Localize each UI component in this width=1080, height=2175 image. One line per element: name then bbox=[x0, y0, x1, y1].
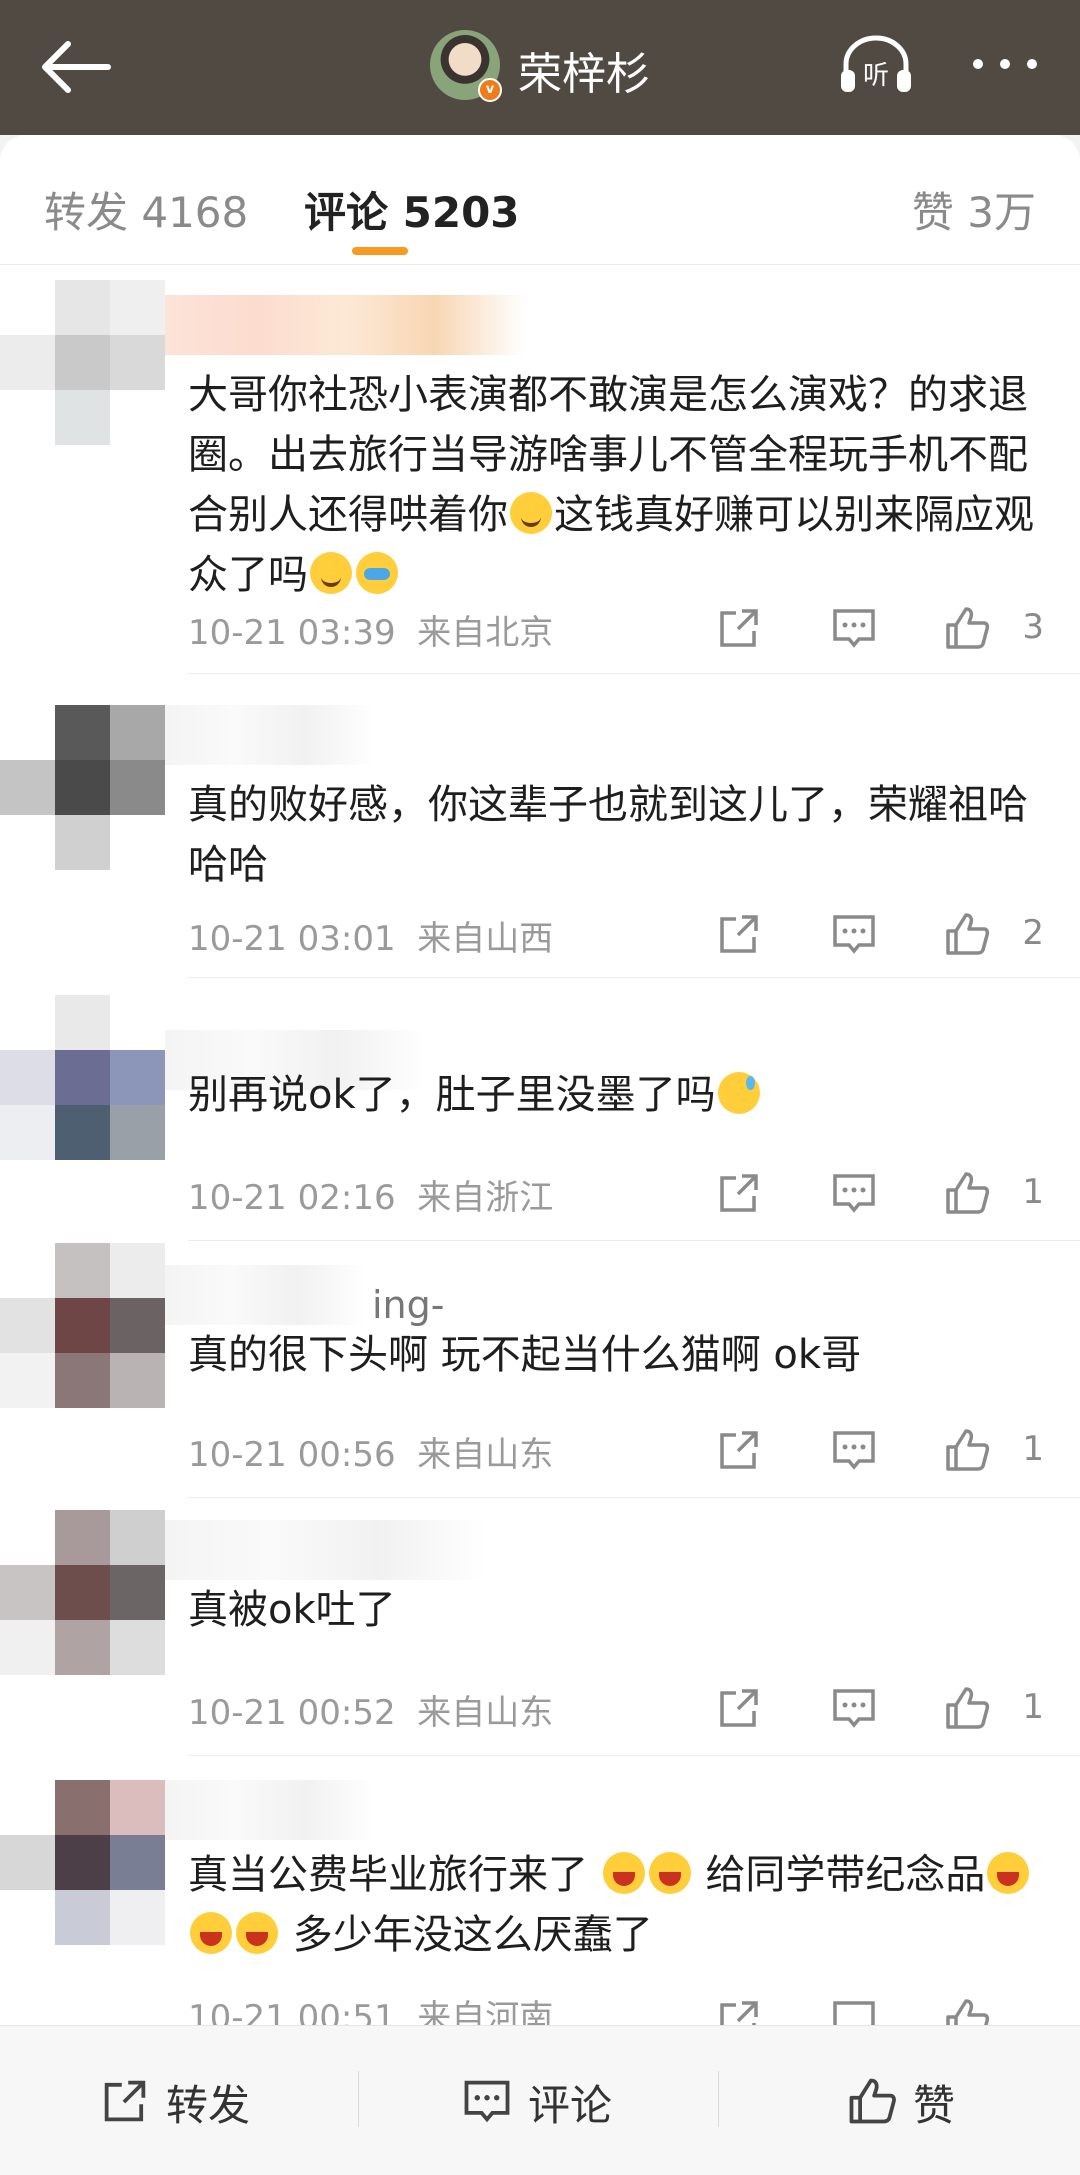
like-icon bbox=[849, 2078, 896, 2124]
reply-icon[interactable] bbox=[829, 909, 879, 959]
reply-icon[interactable] bbox=[829, 1683, 879, 1733]
like-icon[interactable] bbox=[942, 1168, 992, 1218]
more-options-icon[interactable] bbox=[970, 52, 1040, 76]
comment-meta: 10-21 03:01 来自山西 bbox=[188, 919, 554, 959]
share-icon[interactable] bbox=[714, 1683, 764, 1733]
like-count: 1 bbox=[1022, 1172, 1044, 1212]
comment-item: 大哥你社恐小表演都不敢演是怎么演戏？的求退圈。出去旅行当导游啥事儿不管全程玩手机… bbox=[0, 265, 1080, 598]
reply-icon[interactable] bbox=[829, 1168, 879, 1218]
listen-label: 听 bbox=[863, 61, 889, 91]
like-count: 1 bbox=[1022, 1687, 1044, 1727]
avatar[interactable] bbox=[0, 280, 165, 450]
share-icon[interactable] bbox=[714, 603, 764, 653]
comment-meta: 10-21 03:39 来自北京 bbox=[188, 613, 554, 653]
sweat-emoji-icon bbox=[717, 1072, 760, 1114]
laugh-emoji-icon bbox=[602, 1852, 645, 1894]
comment-actions: 1 bbox=[714, 1425, 1044, 1475]
tab-bar: 转发 4168 评论 5203 赞 3万 bbox=[0, 135, 1080, 265]
comment-text: 真当公费毕业旅行来了 给同学带纪念品 多少年没这么厌蠢了 bbox=[188, 1845, 1048, 1965]
back-arrow-icon[interactable] bbox=[38, 36, 112, 98]
comment-actions bbox=[714, 1995, 1044, 2025]
share-icon[interactable] bbox=[714, 1995, 764, 2025]
comment-button[interactable]: 评论 bbox=[460, 2068, 660, 2130]
comment-actions: 1 bbox=[714, 1168, 1044, 1218]
like-icon[interactable] bbox=[942, 1995, 992, 2025]
share-icon[interactable] bbox=[714, 1425, 764, 1475]
like-button[interactable]: 赞 bbox=[845, 2068, 1005, 2130]
comment-text: 别再说ok了，肚子里没墨了吗 bbox=[188, 1065, 1048, 1125]
share-icon[interactable] bbox=[714, 1168, 764, 1218]
reply-icon[interactable] bbox=[829, 1425, 879, 1475]
verified-badge: v bbox=[478, 78, 502, 102]
like-icon[interactable] bbox=[942, 1683, 992, 1733]
laugh-emoji-icon bbox=[648, 1852, 691, 1894]
cry-laugh-emoji-icon bbox=[356, 552, 398, 594]
tab-repost[interactable]: 转发 4168 bbox=[44, 179, 248, 240]
username-blurred[interactable] bbox=[165, 1520, 485, 1580]
tab-comment[interactable]: 评论 5203 bbox=[304, 179, 520, 240]
tab-like[interactable]: 赞 3万 bbox=[912, 179, 1036, 240]
avatar[interactable] bbox=[0, 1780, 165, 1950]
laugh-emoji-icon bbox=[987, 1852, 1030, 1894]
top-bar: v 荣梓杉 听 bbox=[0, 0, 1080, 135]
laugh-emoji-icon bbox=[190, 1912, 232, 1954]
repost-icon bbox=[104, 2080, 146, 2122]
comment-text: 真的很下头啊 玩不起当什么猫啊 ok哥 bbox=[188, 1332, 862, 1378]
bottom-action-bar: 转发 评论 赞 bbox=[0, 2025, 1080, 2175]
reply-icon[interactable] bbox=[829, 1995, 879, 2025]
username-blurred[interactable] bbox=[165, 295, 525, 355]
repost-label: 转发 bbox=[166, 2081, 251, 2130]
reply-icon[interactable] bbox=[829, 603, 879, 653]
divider bbox=[188, 673, 1080, 674]
username-blurred[interactable] bbox=[165, 1265, 365, 1325]
comment-meta: 10-21 02:16 来自浙江 bbox=[188, 1178, 554, 1218]
comment-actions: 2 bbox=[714, 909, 1044, 959]
like-count: 2 bbox=[1022, 913, 1044, 953]
like-count: 1 bbox=[1022, 1429, 1044, 1469]
active-tab-indicator bbox=[352, 247, 408, 255]
comment-icon bbox=[464, 2080, 510, 2123]
avatar[interactable] bbox=[0, 1510, 165, 1680]
comment-meta: 10-21 00:51 来自河南 bbox=[188, 1998, 554, 2025]
username-blurred[interactable] bbox=[165, 705, 375, 765]
like-icon[interactable] bbox=[942, 1425, 992, 1475]
username-blurred[interactable] bbox=[165, 1780, 375, 1840]
comment-label: 评论 bbox=[528, 2081, 613, 2130]
avatar[interactable] bbox=[0, 995, 165, 1165]
divider bbox=[188, 1497, 1080, 1498]
like-icon[interactable] bbox=[942, 603, 992, 653]
avatar[interactable] bbox=[0, 1243, 165, 1413]
divider bbox=[188, 1755, 1080, 1756]
repost-button[interactable]: 转发 bbox=[98, 2068, 298, 2130]
divider bbox=[718, 2071, 719, 2127]
comments-card: 转发 4168 评论 5203 赞 3万 大哥你社恐小表演都不敢演是怎么演戏？的… bbox=[0, 135, 1080, 2025]
page-title[interactable]: 荣梓杉 bbox=[518, 38, 650, 102]
comment-meta: 10-21 00:52 来自山东 bbox=[188, 1693, 554, 1733]
comment-text: 真的败好感，你这辈子也就到这儿了，荣耀祖哈哈哈 bbox=[188, 782, 1028, 888]
comment-text: 真被ok吐了 bbox=[188, 1587, 396, 1633]
like-count: 3 bbox=[1022, 607, 1044, 647]
smile-emoji-icon bbox=[310, 552, 352, 594]
smile-emoji-icon bbox=[510, 492, 552, 534]
comment-text: 大哥你社恐小表演都不敢演是怎么演戏？的求退圈。出去旅行当导游啥事儿不管全程玩手机… bbox=[188, 372, 1034, 598]
avatar[interactable] bbox=[0, 705, 165, 875]
listen-headphone-icon[interactable]: 听 bbox=[838, 34, 914, 96]
laugh-emoji-icon bbox=[236, 1912, 278, 1954]
comment-actions: 3 bbox=[714, 603, 1044, 653]
comment-meta: 10-21 00:56 来自山东 bbox=[188, 1435, 554, 1475]
share-icon[interactable] bbox=[714, 909, 764, 959]
divider bbox=[188, 977, 1080, 978]
divider bbox=[358, 2071, 359, 2127]
like-icon[interactable] bbox=[942, 909, 992, 959]
like-label: 赞 bbox=[913, 2081, 956, 2130]
divider bbox=[188, 1240, 1080, 1241]
comment-actions: 1 bbox=[714, 1683, 1044, 1733]
